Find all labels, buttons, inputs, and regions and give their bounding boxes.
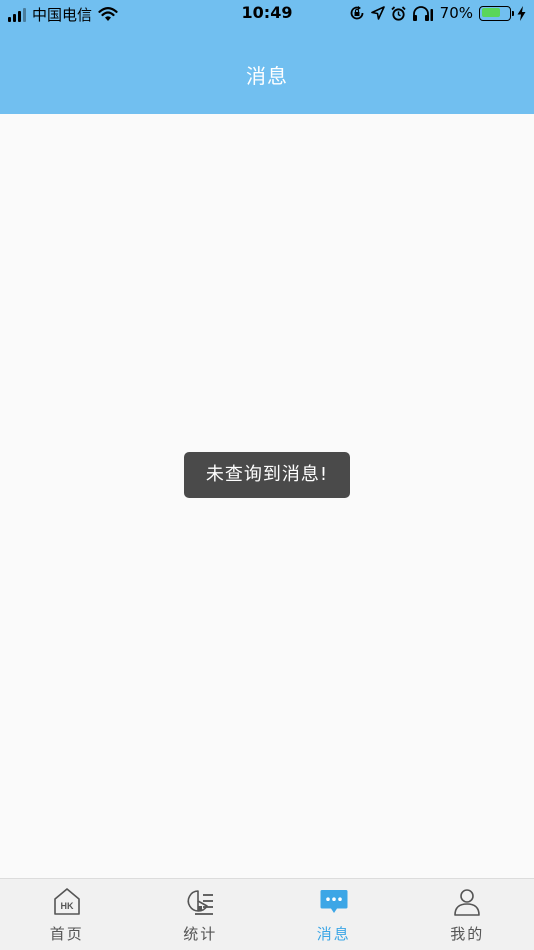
home-hk-icon: HK bbox=[53, 888, 80, 915]
battery-fill bbox=[481, 8, 500, 17]
tab-home-label: 首页 bbox=[49, 925, 84, 943]
status-right: 70% bbox=[349, 4, 526, 22]
header: 中国电信 10:49 70% 消息 bbox=[0, 0, 534, 114]
message-list-area: 未查询到消息! bbox=[0, 114, 534, 878]
empty-toast: 未查询到消息! bbox=[184, 452, 350, 498]
status-bar: 中国电信 10:49 70% bbox=[0, 0, 534, 28]
home-icon-text: HK bbox=[60, 901, 73, 911]
tab-statistics-label: 统计 bbox=[183, 925, 218, 943]
page-title: 消息 bbox=[246, 64, 288, 88]
statistics-icon bbox=[187, 890, 214, 915]
tab-profile-label: 我的 bbox=[450, 925, 485, 943]
headphones-icon bbox=[412, 5, 433, 21]
tab-messages-label: 消息 bbox=[316, 925, 351, 943]
tab-statistics[interactable]: 统计 bbox=[134, 879, 268, 950]
battery-icon bbox=[479, 5, 514, 21]
tab-home[interactable]: HK 首页 bbox=[0, 879, 134, 950]
tab-bar: HK 首页 统计 消息 我的 bbox=[0, 878, 534, 950]
app-root: 中国电信 10:49 70% 消息 未查询到消息! HK 首页 统计 消息 我的 bbox=[0, 0, 534, 950]
charging-icon bbox=[517, 5, 526, 21]
tab-messages[interactable]: 消息 bbox=[267, 879, 401, 950]
profile-icon bbox=[454, 889, 481, 916]
battery-percent: 70% bbox=[439, 4, 473, 22]
location-icon bbox=[370, 6, 385, 20]
alarm-icon bbox=[391, 5, 406, 21]
orientation-lock-icon bbox=[350, 6, 364, 20]
message-icon bbox=[320, 890, 348, 913]
tab-profile[interactable]: 我的 bbox=[401, 879, 534, 950]
